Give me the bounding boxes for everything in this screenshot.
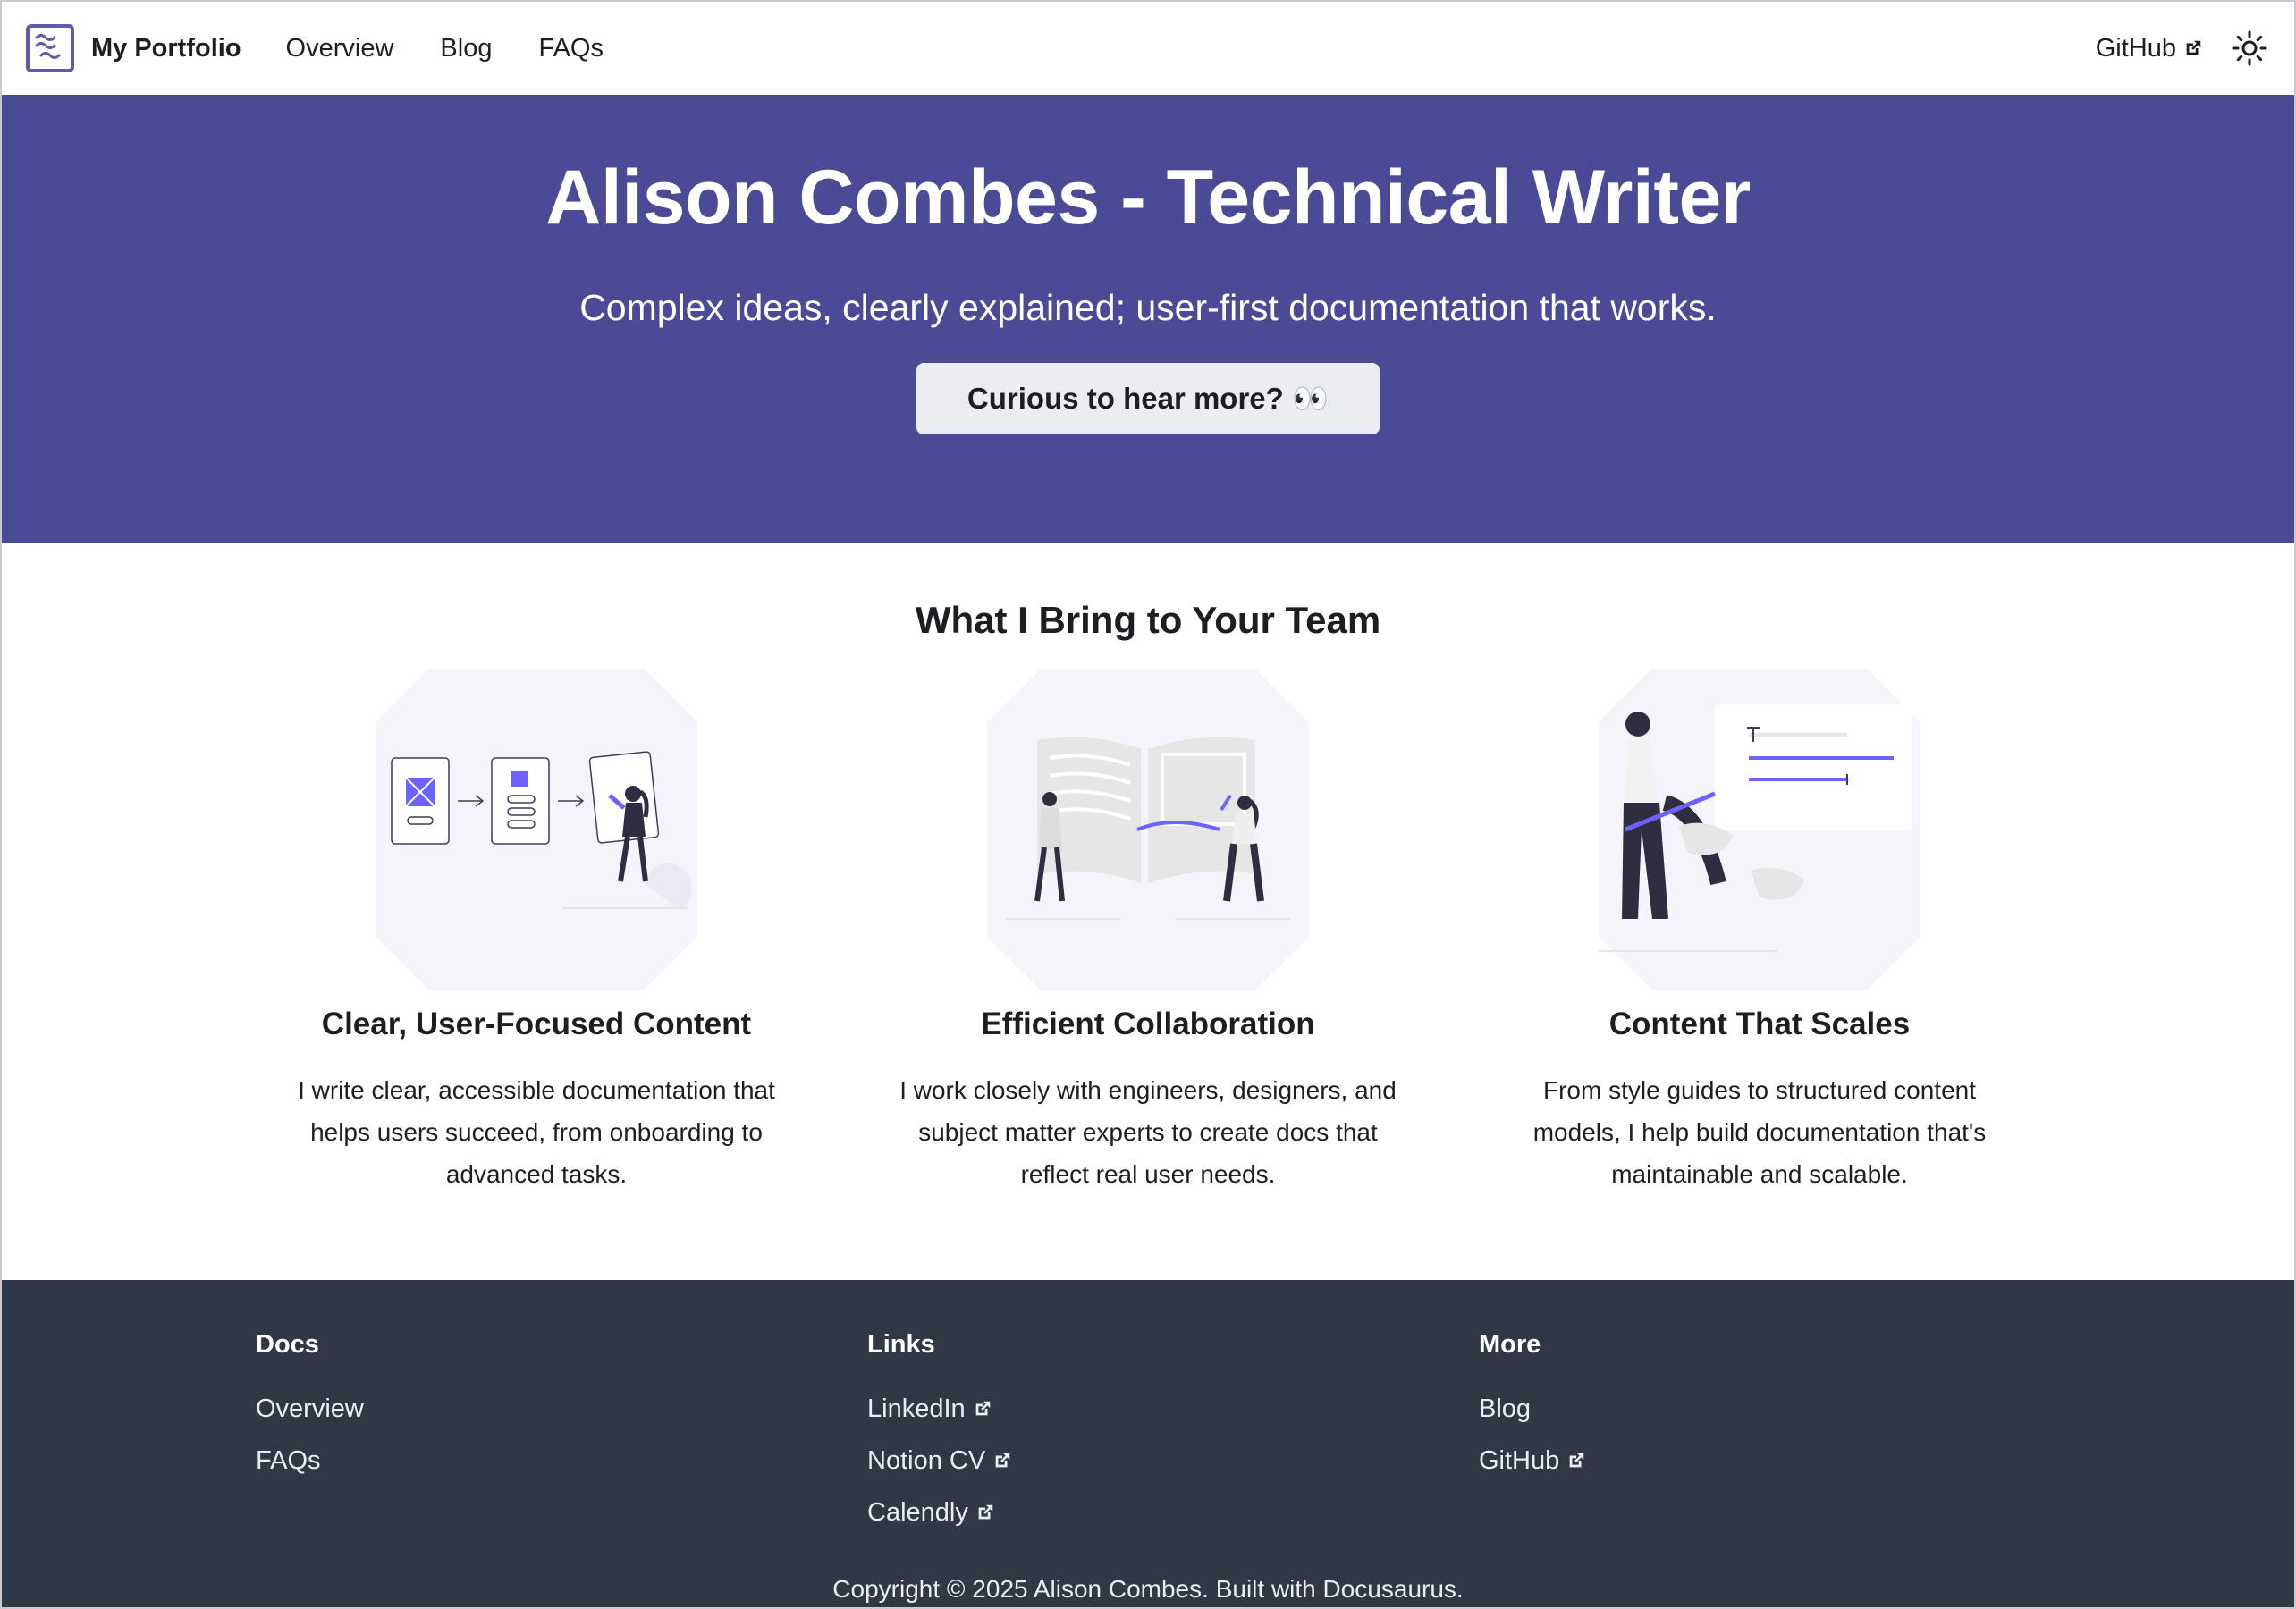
feature-description: I write clear, accessible documentation … — [298, 1076, 775, 1188]
feature-card: Content That Scales From style guides to… — [1454, 669, 2065, 1195]
text-editing-illustration — [1599, 669, 1920, 990]
footer-link-overview[interactable]: Overview — [256, 1383, 867, 1435]
cta-button[interactable]: Curious to hear more? 👀 — [916, 362, 1380, 434]
footer: Docs Overview FAQs Links LinkedIn Notion… — [2, 1280, 2294, 1607]
footer-column-title: Links — [867, 1330, 935, 1359]
wireframe-illustration — [376, 669, 697, 990]
nav-link-blog[interactable]: Blog — [440, 34, 492, 63]
footer-link-notion-cv[interactable]: Notion CV — [867, 1435, 1479, 1487]
footer-column-title: More — [1479, 1330, 1541, 1359]
footer-link-label: Notion CV — [867, 1445, 986, 1475]
feature-card: Clear, User-Focused Content I write clea… — [231, 669, 842, 1195]
feature-card: Efficient Collaboration I work closely w… — [842, 669, 1454, 1195]
footer-column-docs: Docs Overview FAQs — [256, 1330, 867, 1538]
feature-description: I work closely with engineers, designers… — [899, 1076, 1397, 1188]
theme-toggle-button[interactable] — [2228, 27, 2271, 70]
footer-link-label: LinkedIn — [867, 1394, 966, 1423]
navbar-right: GitHub — [2096, 27, 2271, 70]
footer-column-links: Links LinkedIn Notion CV Calendly — [867, 1330, 1479, 1538]
feature-list: Clear, User-Focused Content I write clea… — [2, 669, 2294, 1195]
footer-link-linkedin[interactable]: LinkedIn — [867, 1383, 1479, 1435]
browser-page: My Portfolio Overview Blog FAQs GitHub A… — [0, 0, 2296, 1609]
navbar: My Portfolio Overview Blog FAQs GitHub — [2, 2, 2294, 95]
footer-link-blog[interactable]: Blog — [1479, 1383, 2090, 1435]
external-link-icon — [2186, 40, 2201, 55]
hero-banner: Alison Combes - Technical Writer Complex… — [2, 95, 2294, 543]
feature-title: Content That Scales — [1608, 1007, 1911, 1041]
footer-link-label: Blog — [1479, 1394, 1532, 1423]
footer-link-faqs[interactable]: FAQs — [256, 1435, 867, 1487]
footer-link-calendly[interactable]: Calendly — [867, 1487, 1479, 1538]
footer-columns: Docs Overview FAQs Links LinkedIn Notion… — [2, 1280, 2294, 1538]
features-section: What I Bring to Your Team Clear, User-Fo… — [2, 543, 2294, 1195]
feature-title: Efficient Collaboration — [981, 1007, 1315, 1041]
nav-link-faqs[interactable]: FAQs — [538, 34, 604, 63]
nav-link-github[interactable]: GitHub — [2096, 34, 2203, 63]
sun-icon — [2232, 30, 2267, 66]
hero-subtitle: Complex ideas, clearly explained; user-f… — [579, 286, 1717, 328]
open-book-illustration — [987, 669, 1309, 990]
nav-link-overview[interactable]: Overview — [286, 34, 394, 63]
footer-link-label: Overview — [256, 1394, 364, 1423]
feature-description: From style guides to structured content … — [1532, 1076, 1987, 1188]
footer-link-label: FAQs — [256, 1445, 321, 1475]
footer-column-more: More Blog GitHub — [1479, 1330, 2090, 1538]
external-link-icon — [995, 1453, 1010, 1468]
features-heading: What I Bring to Your Team — [915, 599, 1381, 641]
footer-link-github[interactable]: GitHub — [1479, 1435, 2090, 1487]
footer-copyright: Copyright © 2025 Alison Combes. Built wi… — [832, 1575, 1464, 1603]
footer-link-label: GitHub — [1479, 1445, 1560, 1475]
logo-icon — [26, 24, 74, 72]
external-link-icon — [975, 1401, 990, 1416]
brand-title: My Portfolio — [91, 33, 241, 63]
external-link-icon — [978, 1504, 993, 1520]
nav-github-label: GitHub — [2095, 33, 2176, 63]
footer-link-label: Calendly — [867, 1497, 968, 1527]
hero-title: Alison Combes - Technical Writer — [545, 155, 1751, 240]
feature-title: Clear, User-Focused Content — [321, 1007, 752, 1041]
brand-link[interactable]: My Portfolio — [25, 23, 241, 73]
external-link-icon — [1569, 1453, 1584, 1468]
footer-column-title: Docs — [256, 1330, 319, 1359]
